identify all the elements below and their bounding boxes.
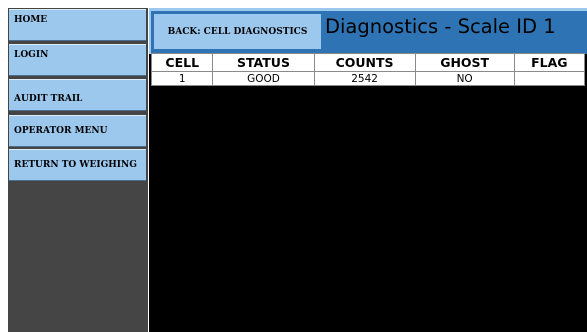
sidebar-item-audit-trail[interactable]: AUDIT TRAIL [9,79,146,111]
sidebar-item-return-to-weighing[interactable]: RETURN TO WEIGHING [9,149,146,181]
sidebar-item-label: RETURN TO WEIGHING [14,160,137,170]
back-button-label: BACK: CELL DIAGNOSTICS [167,26,308,37]
sidebar-item-label: LOGIN [14,50,49,60]
column-header-status: STATUS [212,53,315,72]
page-header: BACK: CELL DIAGNOSTICS Diagnostics - Sca… [149,8,587,54]
sidebar-item-operator-menu[interactable]: OPERATOR MENU [9,115,146,147]
sidebar: HOME LOGIN AUDIT TRAIL OPERATOR MENU RET… [8,8,148,332]
sidebar-item-label: OPERATOR MENU [14,126,108,136]
column-header-counts: COUNTS [313,53,416,72]
cell-counts: 2542 [313,71,416,86]
table-header-row: CELL STATUS COUNTS GHOST FLAG [150,53,586,72]
page-title: Diagnostics - Scale ID 1 [325,15,556,38]
sidebar-item-home[interactable]: HOME [9,9,146,41]
cell-ghost: NO [414,71,515,86]
app-frame: HOME LOGIN AUDIT TRAIL OPERATOR MENU RET… [0,0,587,332]
cell-number: 1 [150,71,214,86]
sidebar-item-label: AUDIT TRAIL [14,94,83,104]
cell-flag [513,71,586,86]
cell-status: GOOD [212,71,315,86]
column-header-flag: FLAG [513,53,586,72]
sidebar-item-label: HOME [14,15,48,25]
back-button[interactable]: BACK: CELL DIAGNOSTICS [153,13,322,50]
column-header-ghost: GHOST [414,53,515,72]
column-header-cell: CELL [150,53,214,72]
main-panel: BACK: CELL DIAGNOSTICS Diagnostics - Sca… [149,8,587,332]
sidebar-item-login[interactable]: LOGIN [9,44,146,76]
diagnostics-table: CELL STATUS COUNTS GHOST FLAG 1 GOOD 254… [150,53,586,86]
table-row: 1 GOOD 2542 NO [150,71,586,86]
